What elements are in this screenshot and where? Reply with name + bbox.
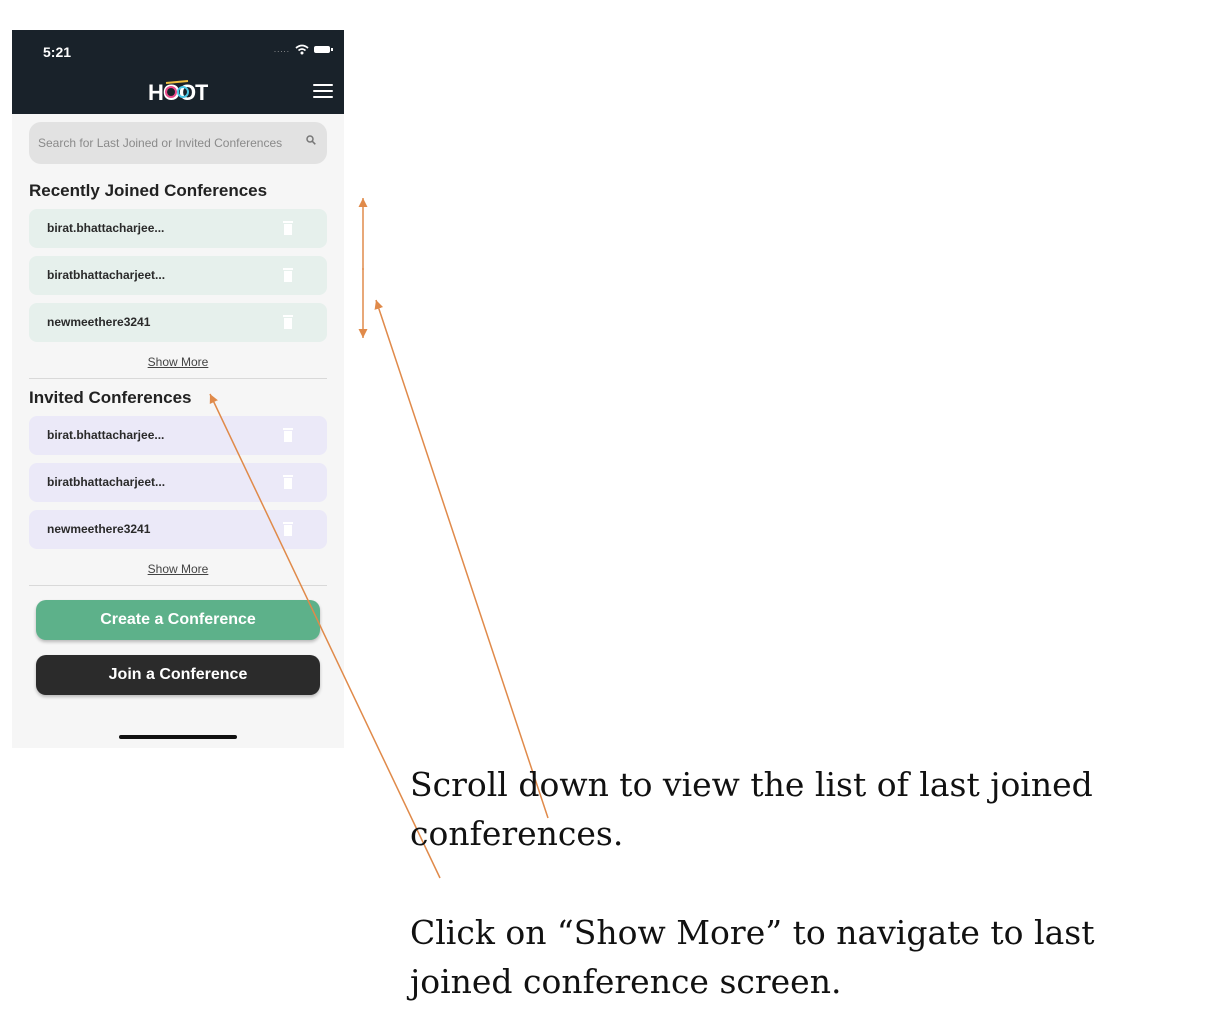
show-more-pointer-arrow: [209, 393, 441, 879]
scroll-instruction-caption: Scroll down to view the list of last joi…: [410, 765, 1093, 853]
show-more-instruction-caption: Click on “Show More” to navigate to last…: [410, 913, 1095, 1001]
scroll-pointer-arrow: [374, 299, 549, 819]
annotation-arrows: [209, 198, 549, 879]
